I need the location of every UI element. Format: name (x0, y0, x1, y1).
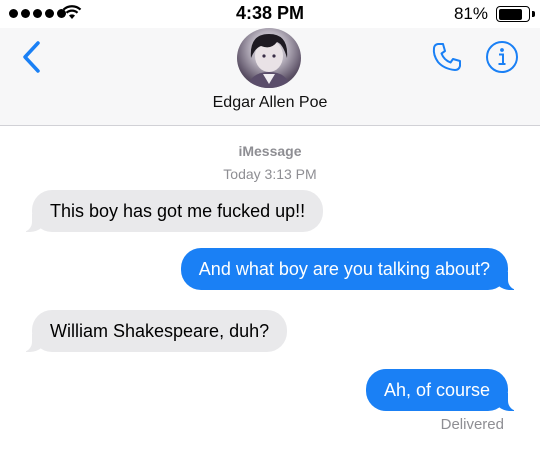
avatar-image (247, 34, 291, 88)
delivery-status: Delivered (440, 416, 504, 433)
info-icon[interactable] (485, 40, 519, 74)
message-text: Ah, of course (383, 380, 490, 400)
incoming-message-bubble[interactable]: William Shakespeare, duh? (21, 310, 288, 352)
battery-icon (496, 6, 530, 22)
phone-icon[interactable] (430, 40, 464, 74)
message-text: William Shakespeare, duh? (50, 321, 270, 341)
message-text: This boy has got me fucked up!! (50, 201, 306, 221)
incoming-message-bubble[interactable]: This boy has got me fucked up!! (21, 190, 324, 232)
avatar[interactable] (237, 28, 301, 88)
contact-name[interactable]: Edgar Allen Poe (0, 94, 540, 112)
chevron-left-icon[interactable] (18, 40, 44, 74)
battery-level (498, 8, 522, 20)
battery-percentage: 81% (453, 4, 488, 23)
messages-screen: 4:38 PM 81% Edgar Allen Poe iMessage Tod… (0, 0, 540, 453)
status-bar: 4:38 PM 81% (0, 0, 540, 30)
battery-tip (532, 11, 535, 17)
thread-timestamp: Today 3:13 PM (223, 166, 317, 182)
message-text: And what boy are you talking about? (198, 259, 490, 279)
outgoing-message-bubble[interactable]: Ah, of course (365, 369, 519, 411)
outgoing-message-bubble[interactable]: And what boy are you talking about? (180, 248, 519, 290)
conversation-header: Edgar Allen Poe (0, 28, 540, 126)
service-label: iMessage (238, 143, 302, 159)
